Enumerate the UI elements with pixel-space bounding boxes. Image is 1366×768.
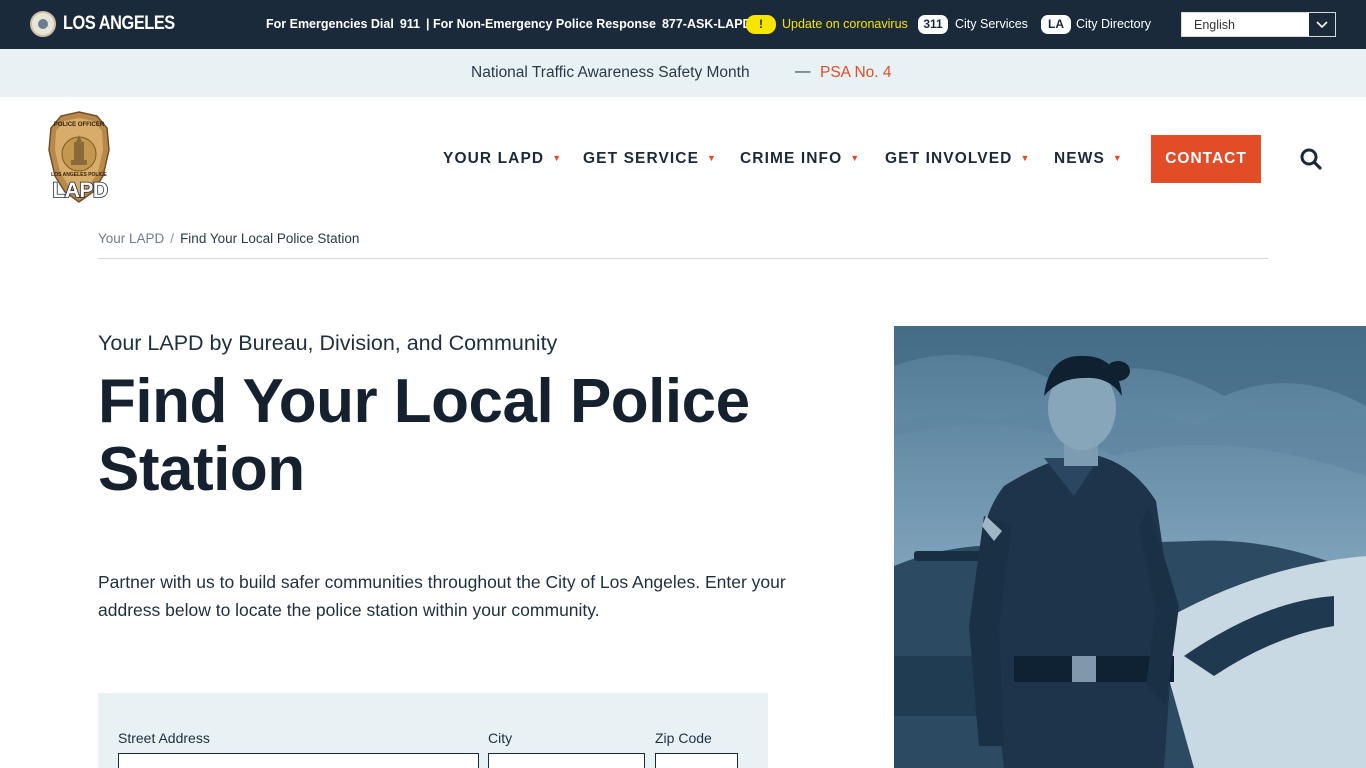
announcement-text: National Traffic Awareness Safety Month xyxy=(471,64,750,81)
chevron-down-icon[interactable] xyxy=(1309,13,1335,36)
zip-code-label: Zip Code xyxy=(655,730,712,746)
street-address-label: Street Address xyxy=(118,730,210,746)
caret-down-icon: ▼ xyxy=(850,153,860,163)
breadcrumb-separator: / xyxy=(170,231,175,246)
hero-officer-photo xyxy=(894,326,1366,768)
city-directory-link[interactable]: City Directory xyxy=(1076,17,1151,31)
emergency-label: For Emergencies Dial xyxy=(266,17,394,31)
logo-text-bottom: LOS ANGELES POLICE xyxy=(51,172,107,178)
zip-code-input[interactable] xyxy=(655,753,738,768)
nav-label: GET INVOLVED xyxy=(885,150,1013,167)
city-services-link[interactable]: City Services xyxy=(955,17,1028,31)
breadcrumb-current: Find Your Local Police Station xyxy=(180,231,360,246)
logo-wordmark: LAPD xyxy=(52,178,109,203)
caret-down-icon: ▼ xyxy=(1112,153,1122,163)
psa-link[interactable]: PSA No. 4 xyxy=(820,64,892,82)
city-input[interactable] xyxy=(488,753,645,768)
nav-news[interactable]: NEWS ▼ xyxy=(1054,150,1122,168)
top-utility-bar: LOS ANGELES For Emergencies Dial 911 | For… xyxy=(0,0,1366,49)
city-name-link[interactable]: LOS ANGELES xyxy=(63,13,175,35)
page-title: Find Your Local Police Station xyxy=(98,367,750,504)
nav-your-lapd[interactable]: YOUR LAPD ▼ xyxy=(443,150,561,168)
announcement-dash: — xyxy=(795,63,811,80)
divider xyxy=(98,258,1268,259)
coronavirus-update-link[interactable]: Update on coronavirus xyxy=(782,17,908,31)
logo-text-top: POLICE OFFICER xyxy=(53,122,105,128)
nav-get-involved[interactable]: GET INVOLVED ▼ xyxy=(885,150,1029,168)
nav-label: GET SERVICE xyxy=(583,150,700,167)
street-address-input[interactable] xyxy=(118,753,479,768)
language-selected-value: English xyxy=(1194,18,1235,32)
nonemergency-number[interactable]: 877-ASK-LAPD xyxy=(662,17,752,31)
caret-down-icon: ▼ xyxy=(707,153,716,163)
lapd-badge-logo[interactable]: POLICE OFFICER LOS ANGELES POLICE LAPD xyxy=(45,110,113,206)
nav-label: CRIME INFO xyxy=(740,150,843,167)
breadcrumb: Your LAPD / Find Your Local Police Station xyxy=(98,231,359,246)
language-select[interactable]: English xyxy=(1181,12,1336,37)
caret-down-icon: ▼ xyxy=(1020,153,1030,163)
311-badge: 311 xyxy=(918,15,948,34)
search-icon[interactable] xyxy=(1299,147,1323,171)
nav-label: YOUR LAPD xyxy=(443,150,545,167)
caret-down-icon: ▼ xyxy=(552,153,562,163)
intro-paragraph: Partner with us to build safer communiti… xyxy=(98,572,786,620)
nav-get-service[interactable]: GET SERVICE ▼ xyxy=(583,150,716,168)
announcement-bar: National Traffic Awareness Safety Month … xyxy=(0,49,1366,97)
nonemergency-label: | For Non-Emergency Police Response xyxy=(426,17,656,31)
breadcrumb-parent-link[interactable]: Your LAPD xyxy=(98,231,164,246)
page-kicker: Your LAPD by Bureau, Division, and Commu… xyxy=(98,331,558,355)
nav-crime-info[interactable]: CRIME INFO ▼ xyxy=(740,150,859,168)
city-label: City xyxy=(488,730,513,746)
emergency-number[interactable]: 911 xyxy=(400,17,420,31)
emergency-info: For Emergencies Dial 911 | For Non-Emergen… xyxy=(266,17,758,31)
station-finder-form: Street Address City Zip Code xyxy=(98,693,768,768)
alert-badge-icon: ! xyxy=(746,15,776,34)
contact-button[interactable]: CONTACT xyxy=(1151,135,1261,183)
nav-label: NEWS xyxy=(1054,150,1105,167)
la-badge: LA xyxy=(1041,15,1071,34)
city-seal-icon[interactable] xyxy=(30,11,56,37)
